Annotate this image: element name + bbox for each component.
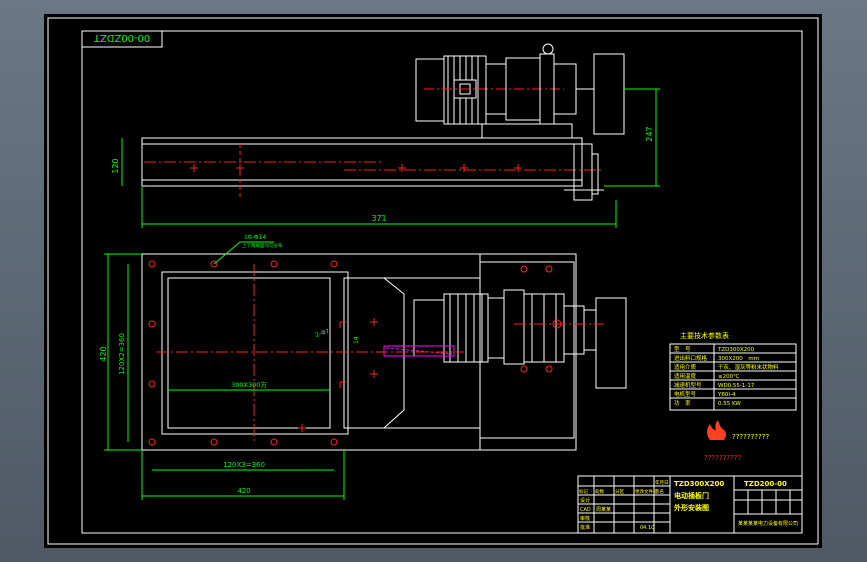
dim-rod: 2-Φ7 <box>314 328 330 339</box>
title-line1: TZD300X200 <box>674 480 724 488</box>
tb-header: 签名 <box>655 488 664 495</box>
inlet-flange <box>161 271 349 435</box>
tb-header: 分区 <box>615 488 624 495</box>
dim-top-right: 247 <box>645 126 654 141</box>
logo-sub: ?????????? <box>704 454 741 462</box>
dim-left-inner: 120X2=360 <box>118 333 126 375</box>
logo-text: ?????????? <box>732 433 769 441</box>
param-value: 300X200 mm <box>718 356 759 362</box>
sign-value: 周某某 <box>596 507 611 513</box>
title-line3: 外形安装图 <box>674 503 709 512</box>
sign-value: 04.10 <box>640 525 654 531</box>
sign-label: CAD <box>580 507 591 513</box>
flame-icon <box>707 420 726 440</box>
drawing-canvas: 00-00ZDZT 120 371 247 10-Φ14 上下两端面均匀分布 4… <box>47 17 819 545</box>
drawing-code: TZD200-00 <box>744 480 787 488</box>
param-label: 功 率 <box>674 399 691 407</box>
dim-bottom-inner: 120X3=360 <box>223 461 265 469</box>
dim-top-length: 371 <box>371 214 386 223</box>
title-block: 标记 处数 分区 更改文件号 签名 年月日 设计 CAD 审核 批准 周某某 0… <box>577 475 803 534</box>
hole-note: 10-Φ14 <box>244 234 266 241</box>
code-text: 00-00ZDZT <box>93 32 150 43</box>
hand-wheel-side <box>593 53 625 135</box>
plan-view: 10-Φ14 上下两端面均匀分布 420 120X2=360 120X3=360… <box>99 234 627 500</box>
sign-label: 设计 <box>580 497 590 504</box>
dim-left-outer: 420 <box>99 346 108 361</box>
dim-opening: 300X300方 <box>231 380 267 389</box>
param-value: 干灰、湿灰等粉末状物料 <box>718 363 779 371</box>
lifting-eye <box>542 43 554 55</box>
param-value: TZD300X200 <box>717 347 755 353</box>
cad-viewport[interactable]: 00-00ZDZT 120 371 247 10-Φ14 上下两端面均匀分布 4… <box>44 14 822 548</box>
param-value: WD0.55-1-17 <box>718 383 755 389</box>
company-logo: ?????????? ?????????? <box>704 420 769 462</box>
top-view: 120 371 247 <box>111 43 660 228</box>
params-title: 主要技术参数表 <box>680 331 729 340</box>
motor-fan-cover <box>415 58 445 122</box>
params-table: 主要技术参数表 型 号 TZD300X200 进出料口规格 300X200 mm… <box>669 331 797 411</box>
param-label: 进出料口规格 <box>674 354 708 362</box>
param-value: 0.55 KW <box>718 401 741 407</box>
outer-border <box>47 17 819 545</box>
tb-header: 标记 <box>579 488 588 495</box>
hole-note-2: 上下两端面均匀分布 <box>242 242 283 249</box>
sign-label: 审核 <box>580 515 590 522</box>
dim-top-height: 120 <box>111 158 120 173</box>
param-label: 减速机型号 <box>674 381 702 389</box>
param-value: Y80I-4 <box>717 392 736 398</box>
tb-header: 年月日 <box>655 479 669 486</box>
company-name: 某某某某电力设备有限公司 <box>738 520 798 527</box>
gate-plate <box>343 277 405 429</box>
param-value: ≤200℃ <box>718 373 739 380</box>
tb-header: 处数 <box>595 488 604 495</box>
sign-label: 批准 <box>580 524 590 531</box>
param-label: 适用温度 <box>674 372 697 380</box>
param-label: 型 号 <box>674 345 691 353</box>
title-line2: 电动插板门 <box>674 491 709 500</box>
dim-bottom-outer: 420 <box>237 487 250 495</box>
inner-border <box>81 30 803 534</box>
dim-rod-w: 14 <box>353 336 360 344</box>
param-label: 电机型号 <box>674 390 697 398</box>
param-label: 适用介质 <box>674 363 697 371</box>
